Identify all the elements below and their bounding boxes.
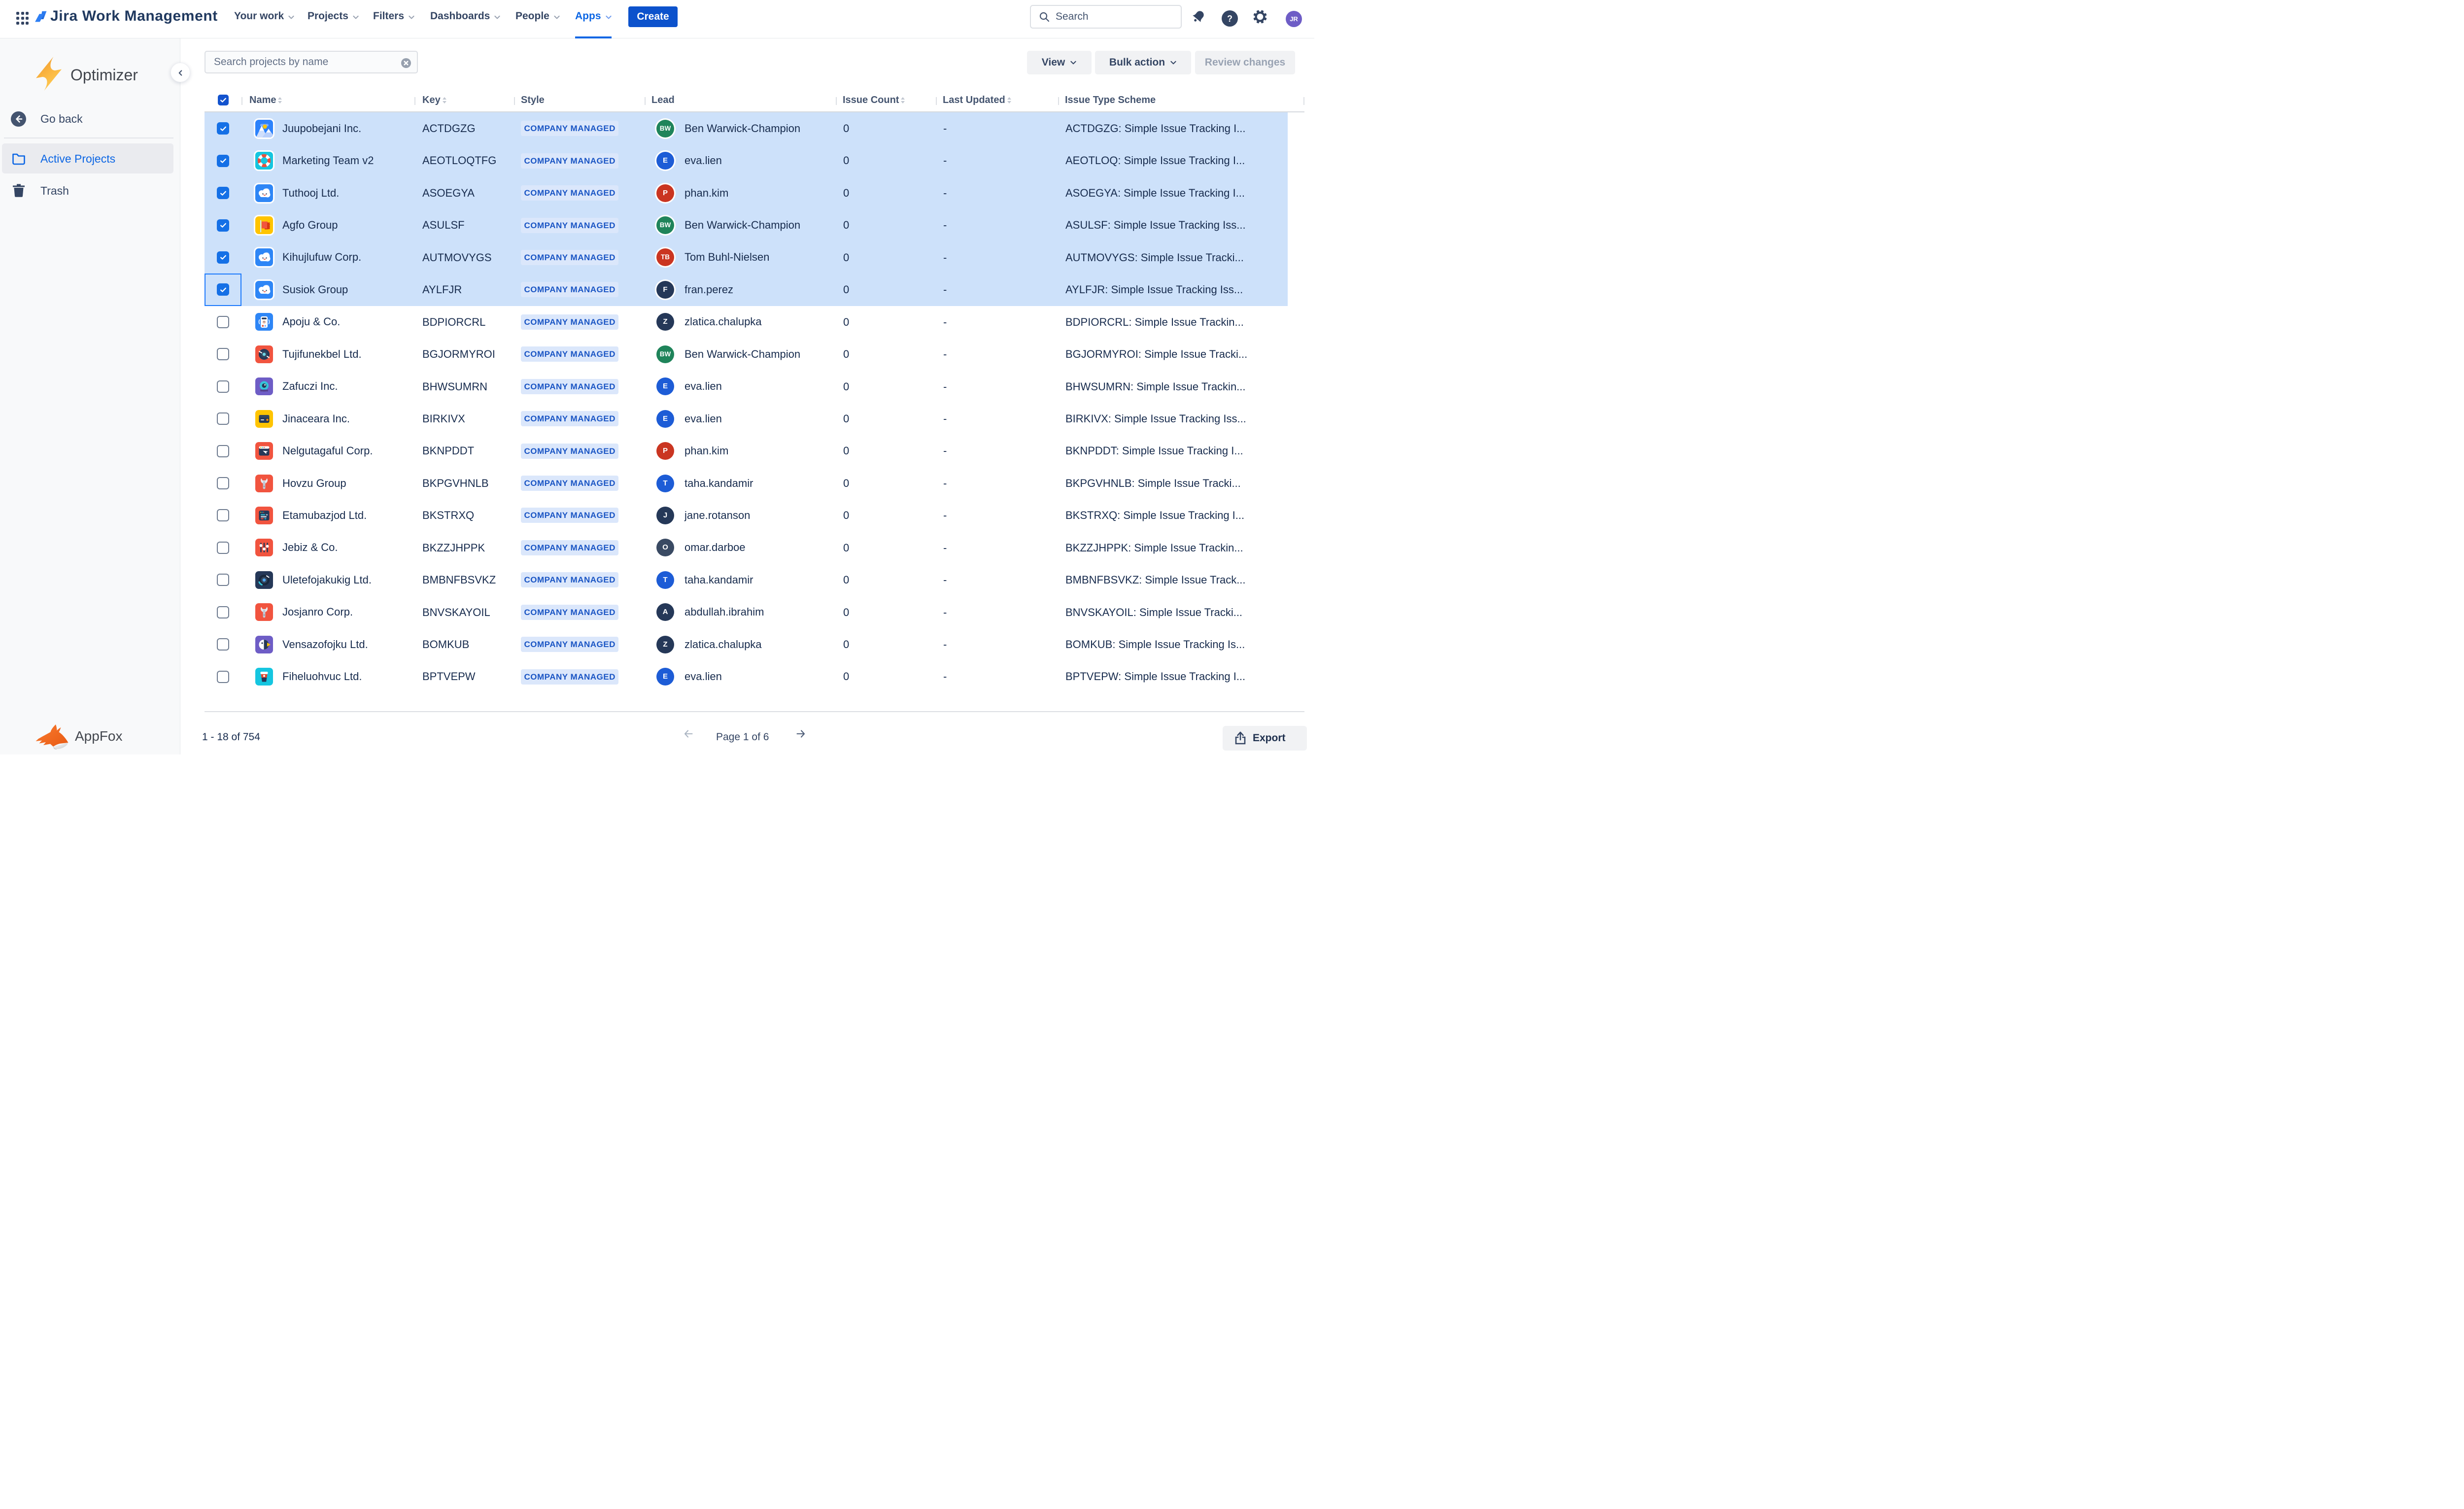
svg-text:?: ? bbox=[1227, 14, 1232, 24]
